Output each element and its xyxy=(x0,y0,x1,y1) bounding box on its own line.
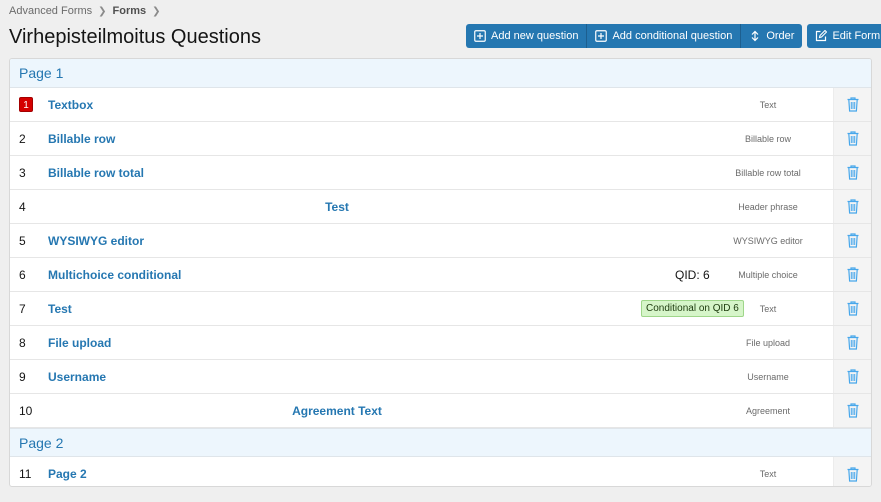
add-conditional-question-label: Add conditional question xyxy=(612,30,733,42)
question-name-link[interactable]: Test xyxy=(48,200,626,214)
delete-question-button[interactable] xyxy=(833,156,871,189)
breadcrumb-advanced-forms[interactable]: Advanced Forms xyxy=(9,5,92,17)
question-name-link[interactable]: Billable row total xyxy=(48,166,144,180)
qid-label: QID: 6 xyxy=(675,267,710,282)
delete-question-button[interactable] xyxy=(833,258,871,291)
question-name-link[interactable]: Multichoice conditional xyxy=(48,268,181,282)
question-row: 1 Textbox Text xyxy=(10,88,871,122)
chevron-right-icon: ❯ xyxy=(152,5,161,17)
trash-icon xyxy=(847,369,858,384)
question-type: WYSIWYG editor xyxy=(733,235,803,246)
chevron-right-icon: ❯ xyxy=(98,5,107,17)
edit-form-button[interactable]: Edit Form xyxy=(807,24,881,48)
trash-icon xyxy=(847,165,858,180)
question-row: 10 Agreement Text Agreement xyxy=(10,394,871,428)
question-row: 11 Page 2 Text xyxy=(10,457,871,486)
delete-question-button[interactable] xyxy=(833,292,871,325)
trash-icon xyxy=(847,97,858,112)
edit-icon xyxy=(816,30,828,42)
question-row: 5 WYSIWYG editor WYSIWYG editor xyxy=(10,224,871,258)
trash-icon xyxy=(847,403,858,418)
question-button-group: Add new question Add conditional questio… xyxy=(466,24,803,48)
question-type: Header phrase xyxy=(738,201,798,212)
question-row: 4 Test Header phrase xyxy=(10,190,871,224)
delete-question-button[interactable] xyxy=(833,457,871,486)
question-number: 2 xyxy=(19,131,26,146)
page-header: Page 2 xyxy=(10,428,871,457)
add-new-question-button[interactable]: Add new question xyxy=(466,24,588,48)
add-new-question-label: Add new question xyxy=(491,30,579,42)
question-number: 1 xyxy=(10,97,48,112)
question-type: Username xyxy=(747,371,789,382)
question-type: Multiple choice xyxy=(738,269,798,280)
question-number: 11 xyxy=(19,467,32,481)
question-number: 10 xyxy=(19,403,33,418)
sort-arrows-icon xyxy=(751,30,759,42)
question-type: Text xyxy=(759,469,777,479)
toolbar: Add new question Add conditional questio… xyxy=(466,24,881,48)
trash-icon xyxy=(847,233,858,248)
delete-question-button[interactable] xyxy=(833,326,871,359)
trash-icon xyxy=(847,466,858,482)
question-row: 2 Billable row Billable row xyxy=(10,122,871,156)
plus-square-icon xyxy=(595,30,608,42)
question-number: 3 xyxy=(19,165,26,180)
question-type: Billable row xyxy=(744,133,792,144)
question-type: Agreement xyxy=(745,405,791,416)
question-row: 3 Billable row total Billable row total xyxy=(10,156,871,190)
question-row: 7 Test Conditional on QID 6 Text xyxy=(10,292,871,326)
order-label: Order xyxy=(766,30,795,42)
delete-question-button[interactable] xyxy=(833,394,871,427)
question-name-link[interactable]: Page 2 xyxy=(48,467,87,481)
trash-icon xyxy=(847,131,858,146)
delete-question-button[interactable] xyxy=(833,190,871,223)
order-button[interactable]: Order xyxy=(741,24,803,48)
trash-icon xyxy=(847,335,858,350)
question-row: 8 File upload File upload xyxy=(10,326,871,360)
questions-panel: Page 1 1 Textbox Text 2 Billable row Bil… xyxy=(9,58,872,487)
question-number-badge: 1 xyxy=(19,97,33,112)
delete-question-button[interactable] xyxy=(833,122,871,155)
delete-question-button[interactable] xyxy=(833,88,871,121)
delete-question-button[interactable] xyxy=(833,224,871,257)
question-name-link[interactable]: Billable row xyxy=(48,132,115,146)
trash-icon xyxy=(847,267,858,282)
question-name-link[interactable]: Textbox xyxy=(48,98,93,112)
question-number: 8 xyxy=(19,335,26,350)
trash-icon xyxy=(847,199,858,214)
question-number: 5 xyxy=(19,233,26,248)
question-name-link[interactable]: Agreement Text xyxy=(48,404,626,418)
question-number: 9 xyxy=(19,369,26,384)
question-number: 4 xyxy=(19,199,26,214)
question-number: 6 xyxy=(19,267,26,282)
add-conditional-question-button[interactable]: Add conditional question xyxy=(587,24,742,48)
edit-form-label: Edit Form xyxy=(832,30,881,42)
question-type: Text xyxy=(759,303,777,314)
question-type: Billable row total xyxy=(735,167,801,178)
trash-icon xyxy=(847,301,858,316)
question-name-link[interactable]: WYSIWYG editor xyxy=(48,234,144,248)
page-header: Page 1 xyxy=(10,59,871,88)
page-title: Virhepisteilmoitus Questions xyxy=(9,26,261,48)
question-name-link[interactable]: Username xyxy=(48,370,106,384)
question-name-link[interactable]: Test xyxy=(48,302,72,316)
question-type: File upload xyxy=(745,337,791,348)
breadcrumb: Advanced Forms ❯ Forms ❯ xyxy=(9,5,161,17)
question-type: Text xyxy=(759,99,777,110)
plus-square-icon xyxy=(474,30,486,42)
breadcrumb-forms[interactable]: Forms xyxy=(113,5,147,17)
question-name-link[interactable]: File upload xyxy=(48,336,111,350)
question-number: 7 xyxy=(19,301,26,316)
question-row: 6 Multichoice conditional QID: 6 Multipl… xyxy=(10,258,871,292)
question-row: 9 Username Username xyxy=(10,360,871,394)
delete-question-button[interactable] xyxy=(833,360,871,393)
